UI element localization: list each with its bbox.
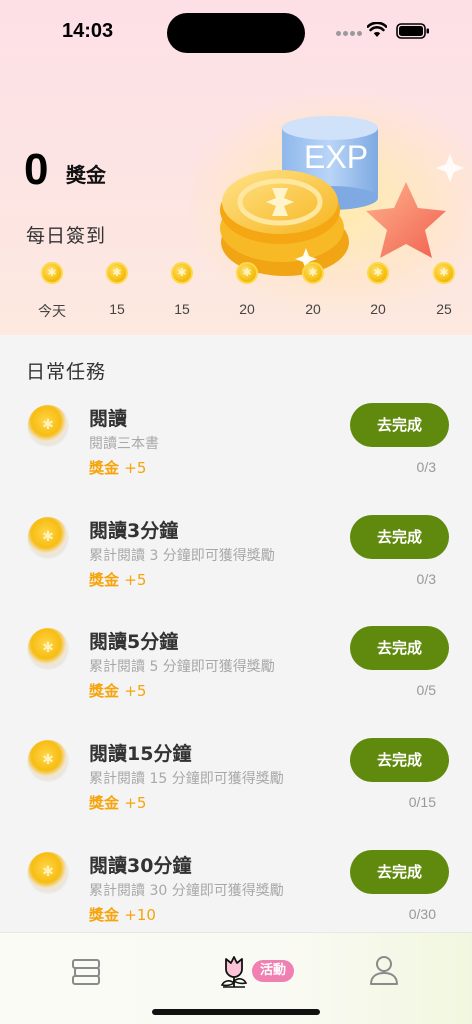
reward-label: 獎金	[89, 794, 120, 812]
coin-icon	[302, 262, 324, 284]
status-time: 14:03	[62, 20, 114, 42]
reward-label: 獎金	[89, 571, 120, 589]
wifi-icon	[367, 22, 387, 37]
task-title: 閱讀	[89, 408, 128, 430]
task-item: 閱讀 閱讀三本書 獎金 +5 去完成 0/3	[0, 400, 472, 512]
checkin-day[interactable]: 20	[222, 262, 272, 317]
hero-banner: EXP 14:03 0 獎金 每日簽到 ✱ 今天 ✱ 15 ✱ 15 ✱ 20 …	[0, 0, 472, 335]
task-description: 累計閱讀 15 分鐘即可獲得獎勵	[89, 771, 284, 787]
task-reward: 獎金 +5	[89, 569, 146, 590]
task-description: 累計閱讀 5 分鐘即可獲得獎勵	[89, 659, 275, 675]
task-title: 閱讀15分鐘	[89, 743, 192, 765]
task-progress: 0/15	[408, 794, 436, 810]
bonus-balance: 0	[24, 145, 49, 194]
coin-icon	[28, 740, 68, 780]
reward-amount: +10	[124, 906, 156, 924]
user-icon[interactable]	[367, 951, 401, 991]
task-reward: 獎金 +5	[89, 792, 146, 813]
task-progress: 0/3	[416, 459, 436, 475]
cellular-signal-icon	[336, 31, 362, 37]
reward-label: 獎金	[89, 682, 120, 700]
exp-label: EXP	[304, 139, 368, 175]
status-bar: 14:03	[0, 0, 472, 60]
coin-icon	[171, 262, 193, 284]
task-description: 累計閱讀 30 分鐘即可獲得獎勵	[89, 883, 284, 899]
coin-icon	[41, 262, 63, 284]
checkin-day-label: 20	[305, 301, 321, 317]
go-complete-button[interactable]: 去完成	[350, 626, 449, 670]
checkin-day[interactable]: 20	[353, 262, 403, 317]
coin-icon	[106, 262, 128, 284]
checkin-day[interactable]: 20	[288, 262, 338, 317]
battery-icon	[396, 23, 429, 39]
task-progress: 0/5	[416, 682, 436, 698]
bookshelf-icon[interactable]	[70, 951, 104, 991]
task-title: 閱讀3分鐘	[89, 520, 179, 542]
reward-amount: +5	[124, 571, 147, 589]
reward-label: 獎金	[89, 906, 120, 924]
task-item: 閱讀15分鐘 累計閱讀 15 分鐘即可獲得獎勵 獎金 +5 去完成 0/15	[0, 735, 472, 847]
go-complete-button[interactable]: 去完成	[350, 850, 449, 894]
task-item: 閱讀3分鐘 累計閱讀 3 分鐘即可獲得獎勵 獎金 +5 去完成 0/3	[0, 512, 472, 624]
checkin-day[interactable]: 今天	[27, 262, 77, 321]
task-description: 累計閱讀 3 分鐘即可獲得獎勵	[89, 548, 275, 564]
bonus-label: 獎金	[66, 163, 106, 187]
coin-icon	[367, 262, 389, 284]
task-progress: 0/30	[408, 906, 436, 922]
task-item: 閱讀5分鐘 累計閱讀 5 分鐘即可獲得獎勵 獎金 +5 去完成 0/5	[0, 623, 472, 735]
task-title: 閱讀5分鐘	[89, 631, 179, 653]
checkin-day-label: 15	[174, 301, 190, 317]
activity-badge[interactable]: 活動	[252, 960, 295, 982]
home-indicator	[152, 1009, 320, 1015]
reward-amount: +5	[124, 682, 147, 700]
checkin-day-label: 15	[109, 301, 125, 317]
reward-amount: +5	[124, 794, 147, 812]
checkin-day-label: 20	[239, 301, 255, 317]
checkin-day-label: 25	[436, 301, 452, 317]
coin-icon	[433, 262, 455, 284]
rose-icon[interactable]	[217, 951, 251, 991]
go-complete-button[interactable]: 去完成	[350, 515, 449, 559]
coin-icon	[28, 517, 68, 557]
checkin-day-label: 20	[370, 301, 386, 317]
daily-checkin-title: 每日簽到	[26, 225, 107, 247]
task-reward: 獎金 +5	[89, 457, 146, 478]
daily-tasks-title: 日常任務	[26, 361, 107, 383]
task-description: 閱讀三本書	[89, 436, 159, 452]
reward-label: 獎金	[89, 459, 120, 477]
checkin-day[interactable]: 25	[419, 262, 469, 317]
checkin-day[interactable]: 15	[157, 262, 207, 317]
task-progress: 0/3	[416, 571, 436, 587]
coin-icon	[28, 628, 68, 668]
go-complete-button[interactable]: 去完成	[350, 738, 449, 782]
task-reward: 獎金 +5	[89, 680, 146, 701]
go-complete-button[interactable]: 去完成	[350, 403, 449, 447]
checkin-day-label: 今天	[38, 303, 66, 319]
task-reward: 獎金 +10	[89, 904, 156, 925]
checkin-day[interactable]: 15	[92, 262, 142, 317]
task-title: 閱讀30分鐘	[89, 855, 192, 877]
reward-amount: +5	[124, 459, 147, 477]
coin-icon	[236, 262, 258, 284]
coin-icon	[28, 405, 68, 445]
dynamic-island	[167, 13, 305, 53]
coin-icon	[28, 852, 68, 892]
